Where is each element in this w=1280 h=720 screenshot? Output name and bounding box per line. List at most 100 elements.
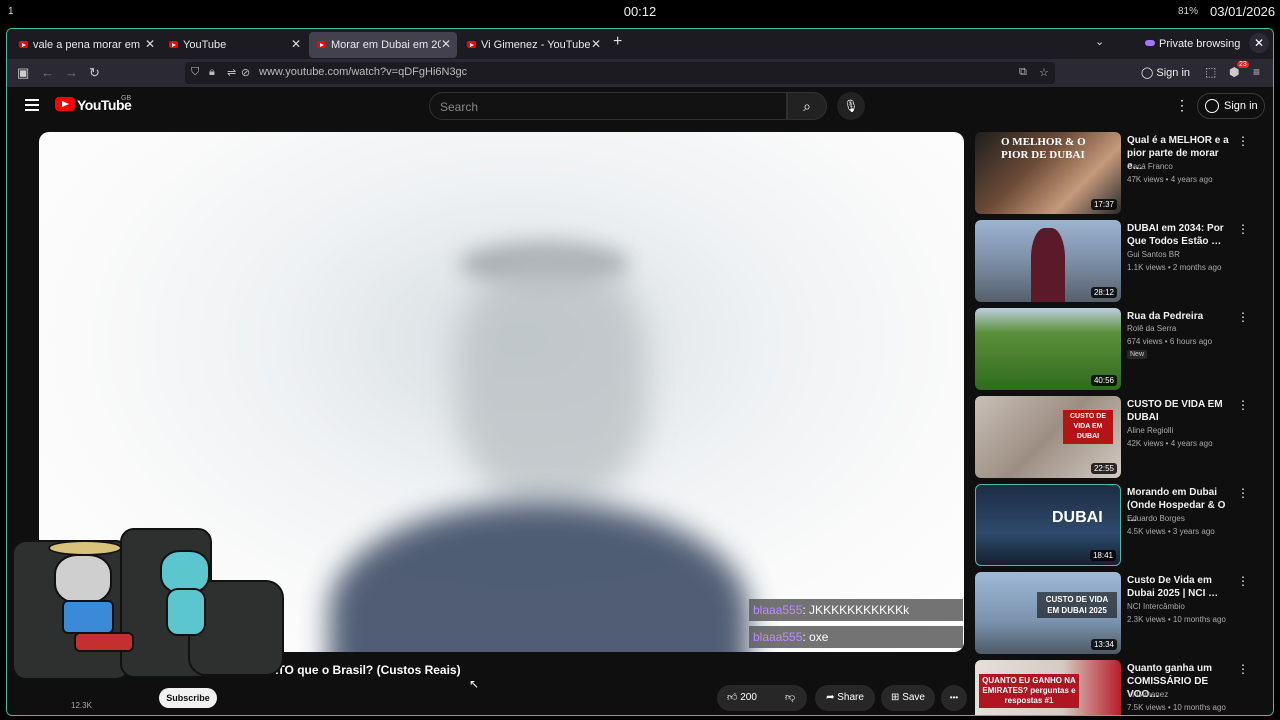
video-meta: 1.1K views • 2 months ago: [1127, 263, 1222, 272]
guide-menu-icon[interactable]: [25, 99, 39, 111]
close-tab-icon[interactable]: ✕: [291, 37, 301, 51]
video-frame-person: [329, 502, 749, 652]
close-tab-icon[interactable]: ✕: [591, 37, 601, 51]
video-title[interactable]: Rua da Pedreira: [1127, 310, 1233, 323]
youtube-signin-button[interactable]: Sign in: [1197, 93, 1265, 119]
shield-icon[interactable]: ⛉: [191, 66, 199, 79]
address-bar[interactable]: ⛉ 🔒︎ ⇌ ⊘ www.youtube.com/watch?v=qDFgHi6…: [185, 62, 1055, 84]
private-browsing-indicator: Private browsing: [1145, 38, 1240, 50]
share-label: Share: [837, 692, 864, 703]
video-options-icon[interactable]: ⋮: [1237, 222, 1249, 236]
video-thumbnail[interactable]: CUSTO DE VIDA EM DUBAI 2025 13:34: [975, 572, 1121, 654]
video-thumbnail[interactable]: O MELHOR & O PIOR DE DUBAI 17:37: [975, 132, 1121, 214]
reload-icon[interactable]: ↻: [89, 65, 100, 81]
back-icon[interactable]: ←: [41, 65, 54, 80]
related-video[interactable]: QUANTO EU GANHO NA EMIRATES? perguntas e…: [975, 660, 1273, 715]
video-thumbnail[interactable]: 28:12: [975, 220, 1121, 302]
new-tab-icon[interactable]: +: [613, 33, 622, 51]
video-title[interactable]: Custo De Vida em Dubai 2025 | NCI …: [1127, 574, 1233, 600]
dislike-button[interactable]: 👎︎: [785, 685, 795, 711]
video-meta: 42K views • 4 years ago: [1127, 439, 1213, 448]
like-dislike-group: 👍︎ 200 👎︎: [717, 685, 807, 711]
channel-name[interactable]: Aline Regiolli: [1127, 426, 1173, 435]
youtube-logo-icon[interactable]: [55, 97, 75, 111]
video-thumbnail[interactable]: DUBAI 18:41: [975, 484, 1121, 566]
tab-morar-em-dubai[interactable]: Morar em Dubai em 202 ✕: [309, 32, 457, 58]
battery-level: 81%: [1178, 6, 1199, 17]
video-duration: 22:55: [1090, 463, 1117, 474]
related-video[interactable]: 28:12 DUBAI em 2034: Por Que Todos Estão…: [975, 220, 1273, 304]
video-title[interactable]: DUBAI em 2034: Por Que Todos Estão …: [1127, 222, 1233, 248]
video-thumbnail[interactable]: QUANTO EU GANHO NA EMIRATES? perguntas e…: [975, 660, 1121, 715]
desktop: 1 00:12 81% 03/01/2026 vale a pena morar…: [0, 0, 1280, 720]
thumbnail-text: DUBAI: [1052, 509, 1103, 526]
forward-icon[interactable]: →: [65, 65, 78, 80]
browser-account-signin[interactable]: ◯ Sign in: [1141, 66, 1190, 79]
thumbnail-person: [1031, 228, 1065, 302]
more-actions-button[interactable]: •••: [941, 685, 967, 711]
search-input[interactable]: Search: [429, 92, 787, 120]
private-label: Private browsing: [1159, 38, 1241, 50]
related-video[interactable]: CUSTO DE VIDA EM DUBAI 2025 13:34 Custo …: [975, 572, 1273, 656]
picture-in-picture-icon[interactable]: ⧉: [1019, 66, 1027, 79]
video-options-icon[interactable]: ⋮: [1237, 574, 1249, 588]
extensions-icon[interactable]: ⬚: [1205, 65, 1216, 79]
video-options-icon[interactable]: ⋮: [1237, 662, 1249, 676]
channel-name[interactable]: NCI Intercâmbio: [1127, 602, 1185, 611]
settings-kebab-icon[interactable]: ⋮: [1175, 97, 1189, 114]
url-text[interactable]: www.youtube.com/watch?v=qDFgHi6N3gc: [259, 66, 467, 78]
save-button[interactable]: ⊞ Save: [881, 685, 935, 711]
menu-icon[interactable]: ≡: [1253, 65, 1260, 79]
video-frame-face: [457, 252, 647, 502]
chat-message: blaaa555: JKKKKKKKKKKKk: [749, 599, 963, 621]
channel-name[interactable]: Gui Santos BR: [1127, 250, 1180, 259]
related-video[interactable]: CUSTO DE VIDA EM DUBAI 22:55 CUSTO DE VI…: [975, 396, 1273, 480]
like-button[interactable]: 👍︎ 200: [727, 685, 757, 711]
video-meta: 674 views • 6 hours ago: [1127, 337, 1213, 346]
related-video[interactable]: DUBAI 18:41 Morando em Dubai (Onde Hospe…: [975, 484, 1273, 568]
lock-icon[interactable]: 🔒︎: [209, 66, 215, 79]
tab-vale-a-pena[interactable]: vale a pena morar em d ✕: [11, 32, 161, 58]
close-tab-icon[interactable]: ✕: [441, 37, 451, 51]
close-tab-icon[interactable]: ✕: [145, 37, 155, 51]
subscribe-button[interactable]: Subscribe: [159, 688, 217, 708]
chevron-down-icon[interactable]: ⌄: [1095, 35, 1104, 48]
channel-name[interactable]: Cacá Franco: [1127, 162, 1173, 171]
tab-vi-gimenez[interactable]: Vi Gimenez - YouTube ✕: [459, 32, 607, 58]
video-thumbnail[interactable]: 40:56: [975, 308, 1121, 390]
voice-search-button[interactable]: 🎙︎: [837, 92, 865, 120]
cartoon-creature-body: [166, 588, 206, 636]
bookmark-star-icon[interactable]: ☆: [1039, 66, 1049, 79]
video-options-icon[interactable]: ⋮: [1237, 134, 1249, 148]
channel-name[interactable]: Eduardo Borges: [1127, 514, 1185, 523]
video-duration: 40:56: [1090, 375, 1117, 386]
channel-name[interactable]: Vi Gimenez: [1127, 690, 1168, 699]
sidebar-toggle-icon[interactable]: ▣: [17, 65, 29, 81]
chat-text: : JKKKKKKKKKKKk: [802, 603, 910, 617]
share-button[interactable]: ➦ Share: [815, 685, 875, 711]
video-options-icon[interactable]: ⋮: [1237, 486, 1249, 500]
tab-title: YouTube: [183, 39, 227, 51]
video-options-icon[interactable]: ⋮: [1237, 310, 1249, 324]
video-thumbnail[interactable]: CUSTO DE VIDA EM DUBAI 22:55: [975, 396, 1121, 478]
permissions-icon[interactable]: ⇌: [227, 66, 236, 79]
close-window-icon[interactable]: ✕: [1249, 33, 1269, 53]
autoplay-blocked-icon[interactable]: ⊘: [241, 66, 250, 79]
streamer-overlay: [0, 488, 300, 688]
related-video[interactable]: O MELHOR & O PIOR DE DUBAI 17:37 Qual é …: [975, 132, 1273, 216]
navigation-toolbar: ▣ ← → ↻ ⛉ 🔒︎ ⇌ ⊘ www.youtube.com/watch?v…: [7, 59, 1273, 87]
search-button[interactable]: ⌕: [787, 92, 827, 120]
tab-youtube[interactable]: YouTube ✕: [161, 32, 307, 58]
share-icon: ➦: [826, 692, 835, 703]
save-icon: ⊞: [891, 692, 900, 703]
youtube-favicon-icon: [317, 41, 326, 48]
video-title[interactable]: CUSTO DE VIDA EM DUBAI: [1127, 398, 1233, 424]
tab-title: vale a pena morar em d: [33, 39, 143, 51]
youtube-favicon-icon: [467, 41, 476, 48]
account-icon: [1205, 99, 1219, 113]
related-video[interactable]: 40:56 Rua da Pedreira Rolê da Serra 674 …: [975, 308, 1273, 392]
channel-name[interactable]: Rolê da Serra: [1127, 324, 1176, 333]
video-options-icon[interactable]: ⋮: [1237, 398, 1249, 412]
save-label: Save: [902, 692, 925, 703]
video-meta: 47K views • 4 years ago: [1127, 175, 1213, 184]
